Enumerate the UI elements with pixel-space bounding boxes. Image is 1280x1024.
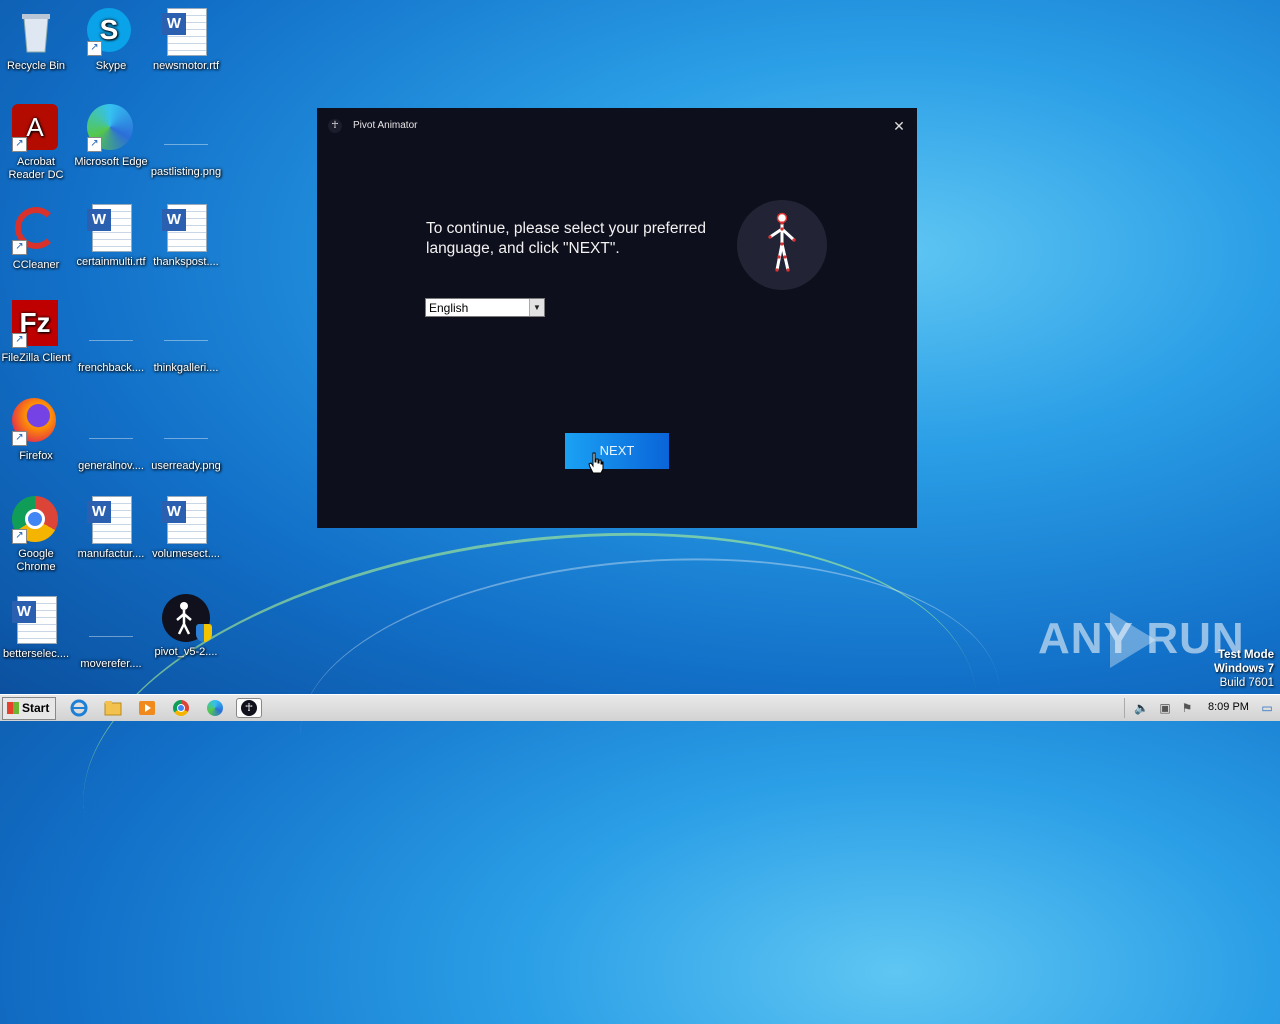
image-file-icon [162, 310, 210, 358]
play-icon [1110, 612, 1156, 668]
image-file-icon [87, 310, 135, 358]
desktop-icon-pivot-installer[interactable]: pivot_v5-2.... [148, 594, 224, 659]
image-file-icon [87, 408, 135, 456]
desktop-icon-label: Recycle Bin [6, 60, 66, 72]
word-document-icon [162, 496, 210, 544]
desktop-icon-label: volumesect.... [152, 548, 220, 560]
folder-icon[interactable] [102, 698, 124, 718]
desktop-icon-acrobat[interactable]: A ↗ Acrobat Reader DC [0, 104, 74, 182]
desktop-icon-thankspost[interactable]: thankspost.... [148, 204, 224, 269]
word-document-icon [12, 596, 60, 644]
desktop-icon-certainmulti[interactable]: certainmulti.rtf [73, 204, 149, 269]
start-label: Start [22, 701, 50, 715]
edge-icon: ↗ [87, 104, 135, 152]
desktop-icon-label: Firefox [19, 450, 53, 462]
desktop-icon-frenchback[interactable]: frenchback.... [73, 300, 149, 375]
desktop-icon-label: pastlisting.png [150, 166, 222, 178]
hand-cursor-icon [588, 452, 604, 474]
desktop-icon-thinkgalleri[interactable]: thinkgalleri.... [148, 300, 224, 375]
test-mode-line: Test Mode [1217, 649, 1274, 661]
test-mode-info: Test Mode Windows 7 Build 7601 [1214, 648, 1274, 690]
desktop-icon-label: CCleaner [12, 259, 60, 271]
ccleaner-icon: ↗ [12, 207, 60, 255]
window-title: Pivot Animator [353, 120, 418, 131]
desktop-icon-moverefer[interactable]: moverefer.... [73, 596, 149, 671]
desktop-icon-newsmotor[interactable]: newsmotor.rtf [148, 8, 224, 73]
desktop-icon-ccleaner[interactable]: ↗ CCleaner [0, 204, 74, 272]
desktop-icon-label: Skype [95, 60, 127, 72]
network-icon[interactable]: ▣ [1158, 701, 1172, 715]
pivot-animator-window: ☥ Pivot Animator ✕ To continue, please s… [317, 108, 917, 528]
edge-icon[interactable] [204, 698, 226, 718]
desktop-icon-userready[interactable]: userready.png [148, 398, 224, 473]
language-select[interactable]: English ▼ [425, 298, 545, 317]
recycle-bin-icon [12, 8, 60, 56]
stickman-logo [737, 200, 827, 290]
taskbar: Start ☥ 🔈 ▣ ⚑ ▭ 8:09 PM [0, 694, 1280, 721]
desktop-icon-label: moverefer.... [80, 658, 142, 670]
word-document-icon [87, 204, 135, 252]
pivot-app-icon: ☥ [328, 119, 342, 133]
desktop-icon-skype[interactable]: S ↗ Skype [73, 8, 149, 73]
start-button[interactable]: Start [2, 697, 56, 720]
desktop-icon-volumesect[interactable]: volumesect.... [148, 496, 224, 561]
skype-icon: S ↗ [87, 8, 135, 56]
word-document-icon [162, 204, 210, 252]
desktop-icon-label: frenchback.... [77, 362, 145, 374]
desktop-icon-label: thinkgalleri.... [153, 362, 219, 374]
desktop-icon-manufactur[interactable]: manufactur.... [73, 496, 149, 561]
language-prompt: To continue, please select your preferre… [426, 220, 707, 257]
firefox-icon: ↗ [12, 398, 60, 446]
desktop-icon-label: Google Chrome [16, 548, 56, 573]
pivot-taskbar-button[interactable]: ☥ [236, 698, 262, 718]
desktop-icon-label: thankspost.... [153, 256, 219, 268]
language-select-value: English [429, 301, 469, 315]
show-desktop-icon[interactable]: ▭ [1260, 701, 1274, 715]
desktop-icon-firefox[interactable]: ↗ Firefox [0, 398, 74, 463]
desktop-icon-label: betterselec.... [2, 648, 70, 660]
pivot-installer-icon [162, 594, 212, 642]
desktop-icon-label: newsmotor.rtf [152, 60, 220, 72]
desktop-icon-label: FileZilla Client [1, 352, 71, 364]
desktop-icon-label: certainmulti.rtf [76, 256, 146, 268]
desktop-icon-filezilla[interactable]: Fz ↗ FileZilla Client [0, 300, 74, 365]
desktop-icon-label: pivot_v5-2.... [154, 646, 218, 658]
media-player-icon[interactable] [136, 698, 158, 718]
desktop-icon-chrome[interactable]: ↗ Google Chrome [0, 496, 74, 574]
chrome-icon[interactable] [170, 698, 192, 718]
filezilla-icon: Fz ↗ [12, 300, 60, 348]
acrobat-icon: A ↗ [12, 104, 60, 152]
action-center-flag-icon[interactable]: ⚑ [1180, 701, 1194, 715]
desktop-icon-label: generalnov.... [78, 460, 144, 472]
desktop-icon-label: Acrobat Reader DC [8, 156, 64, 181]
os-name-line: Windows 7 [1214, 663, 1274, 675]
image-file-icon [162, 408, 210, 456]
desktop-icon-betterselec[interactable]: betterselec.... [0, 596, 74, 661]
volume-icon[interactable]: 🔈 [1134, 701, 1149, 715]
desktop-icon-edge[interactable]: ↗ Microsoft Edge [73, 104, 149, 169]
close-button[interactable]: ✕ [891, 118, 907, 134]
desktop-icon-label: manufactur.... [77, 548, 145, 560]
internet-explorer-icon[interactable] [68, 698, 90, 718]
taskbar-clock[interactable]: 8:09 PM [1208, 701, 1249, 713]
windows-logo-icon [7, 702, 19, 714]
desktop-icon-pastlisting[interactable]: pastlisting.png [148, 104, 224, 179]
desktop-icon-label: Microsoft Edge [74, 156, 148, 168]
image-file-icon [162, 114, 210, 162]
build-line: Build 7601 [1219, 677, 1274, 689]
system-tray: 🔈 ▣ ⚑ ▭ [1124, 695, 1280, 721]
next-button[interactable]: NEXT [565, 433, 669, 469]
desktop-icon-label: userready.png [151, 460, 221, 472]
image-file-icon [87, 606, 135, 654]
pivot-icon: ☥ [241, 700, 257, 716]
chrome-icon: ↗ [12, 496, 60, 544]
desktop-icon-recycle-bin[interactable]: Recycle Bin [0, 8, 74, 73]
chevron-down-icon[interactable]: ▼ [529, 299, 544, 316]
word-document-icon [162, 8, 210, 56]
desktop-icon-generalnov[interactable]: generalnov.... [73, 398, 149, 473]
word-document-icon [87, 496, 135, 544]
